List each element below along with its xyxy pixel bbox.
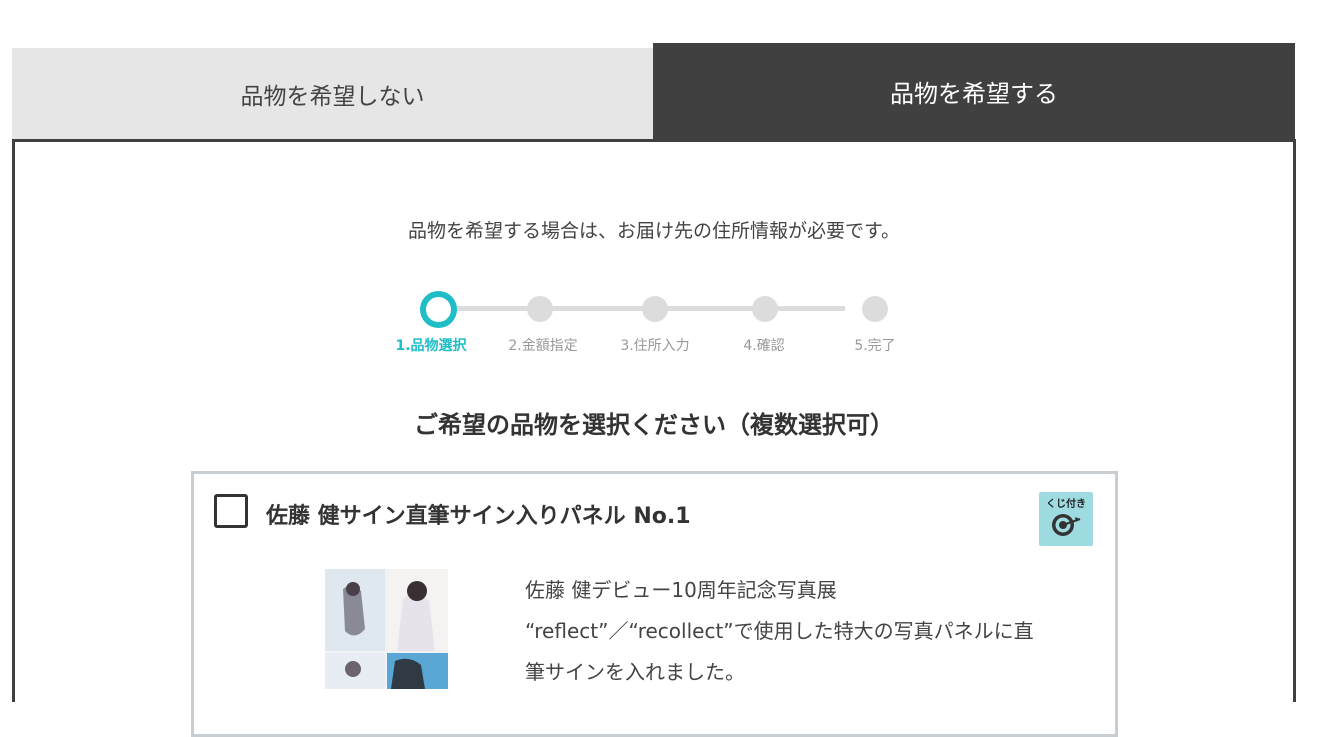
step-label-3: 3.住所入力 [620,338,690,354]
gift-selection-panel: 品物を希望する場合は、お届け先の住所情報が必要です。 1.品物選択 2.金額指定… [12,139,1296,737]
step-label-2: 2.金額指定 [508,338,578,354]
step-label-1: 1.品物選択 [395,338,467,354]
item-checkbox[interactable] [214,494,248,528]
gift-item-card: 佐藤 健サイン直筆サイン入りパネル No.1 くじ付き 佐藤 健デビュー10周年… [191,471,1118,737]
step-label-4: 4.確認 [743,338,785,354]
item-photo [325,569,448,689]
tab-want-gift[interactable]: 品物を希望する [653,43,1295,140]
step-dot-2 [527,296,553,322]
tab-want-gift-label: 品物を希望する [890,80,1058,108]
description-line-3: 筆サインを入れました。 [525,660,745,684]
step-dot-1 [420,291,457,328]
step-dot-4 [752,296,778,322]
item-title: 佐藤 健サイン直筆サイン入りパネル No.1 [266,504,691,529]
step-label-5: 5.完了 [854,338,896,354]
description-line-1: 佐藤 健デビュー10周年記念写真展 [525,578,837,602]
tab-no-gift[interactable]: 品物を希望しない [12,48,653,140]
lottery-badge-label: くじ付き [1046,499,1086,510]
item-description: 佐藤 健デビュー10周年記念写真展 “reflect”／“recollect”で… [525,570,1095,693]
description-line-2: “reflect”／“recollect”で使用した特大の写真パネルに直 [525,619,1034,643]
select-item-heading: ご希望の品物を選択ください（複数選択可） [414,411,894,439]
tab-no-gift-label: 品物を希望しない [240,84,425,110]
step-dot-5 [862,296,888,322]
lottery-badge: くじ付き [1039,492,1093,546]
step-dot-3 [642,296,668,322]
stepper-line [425,306,845,311]
address-notice: 品物を希望する場合は、お届け先の住所情報が必要です。 [407,220,901,242]
gift-option-tabs: 品物を希望しない 品物を希望する [12,43,1295,140]
target-icon [1052,514,1081,536]
